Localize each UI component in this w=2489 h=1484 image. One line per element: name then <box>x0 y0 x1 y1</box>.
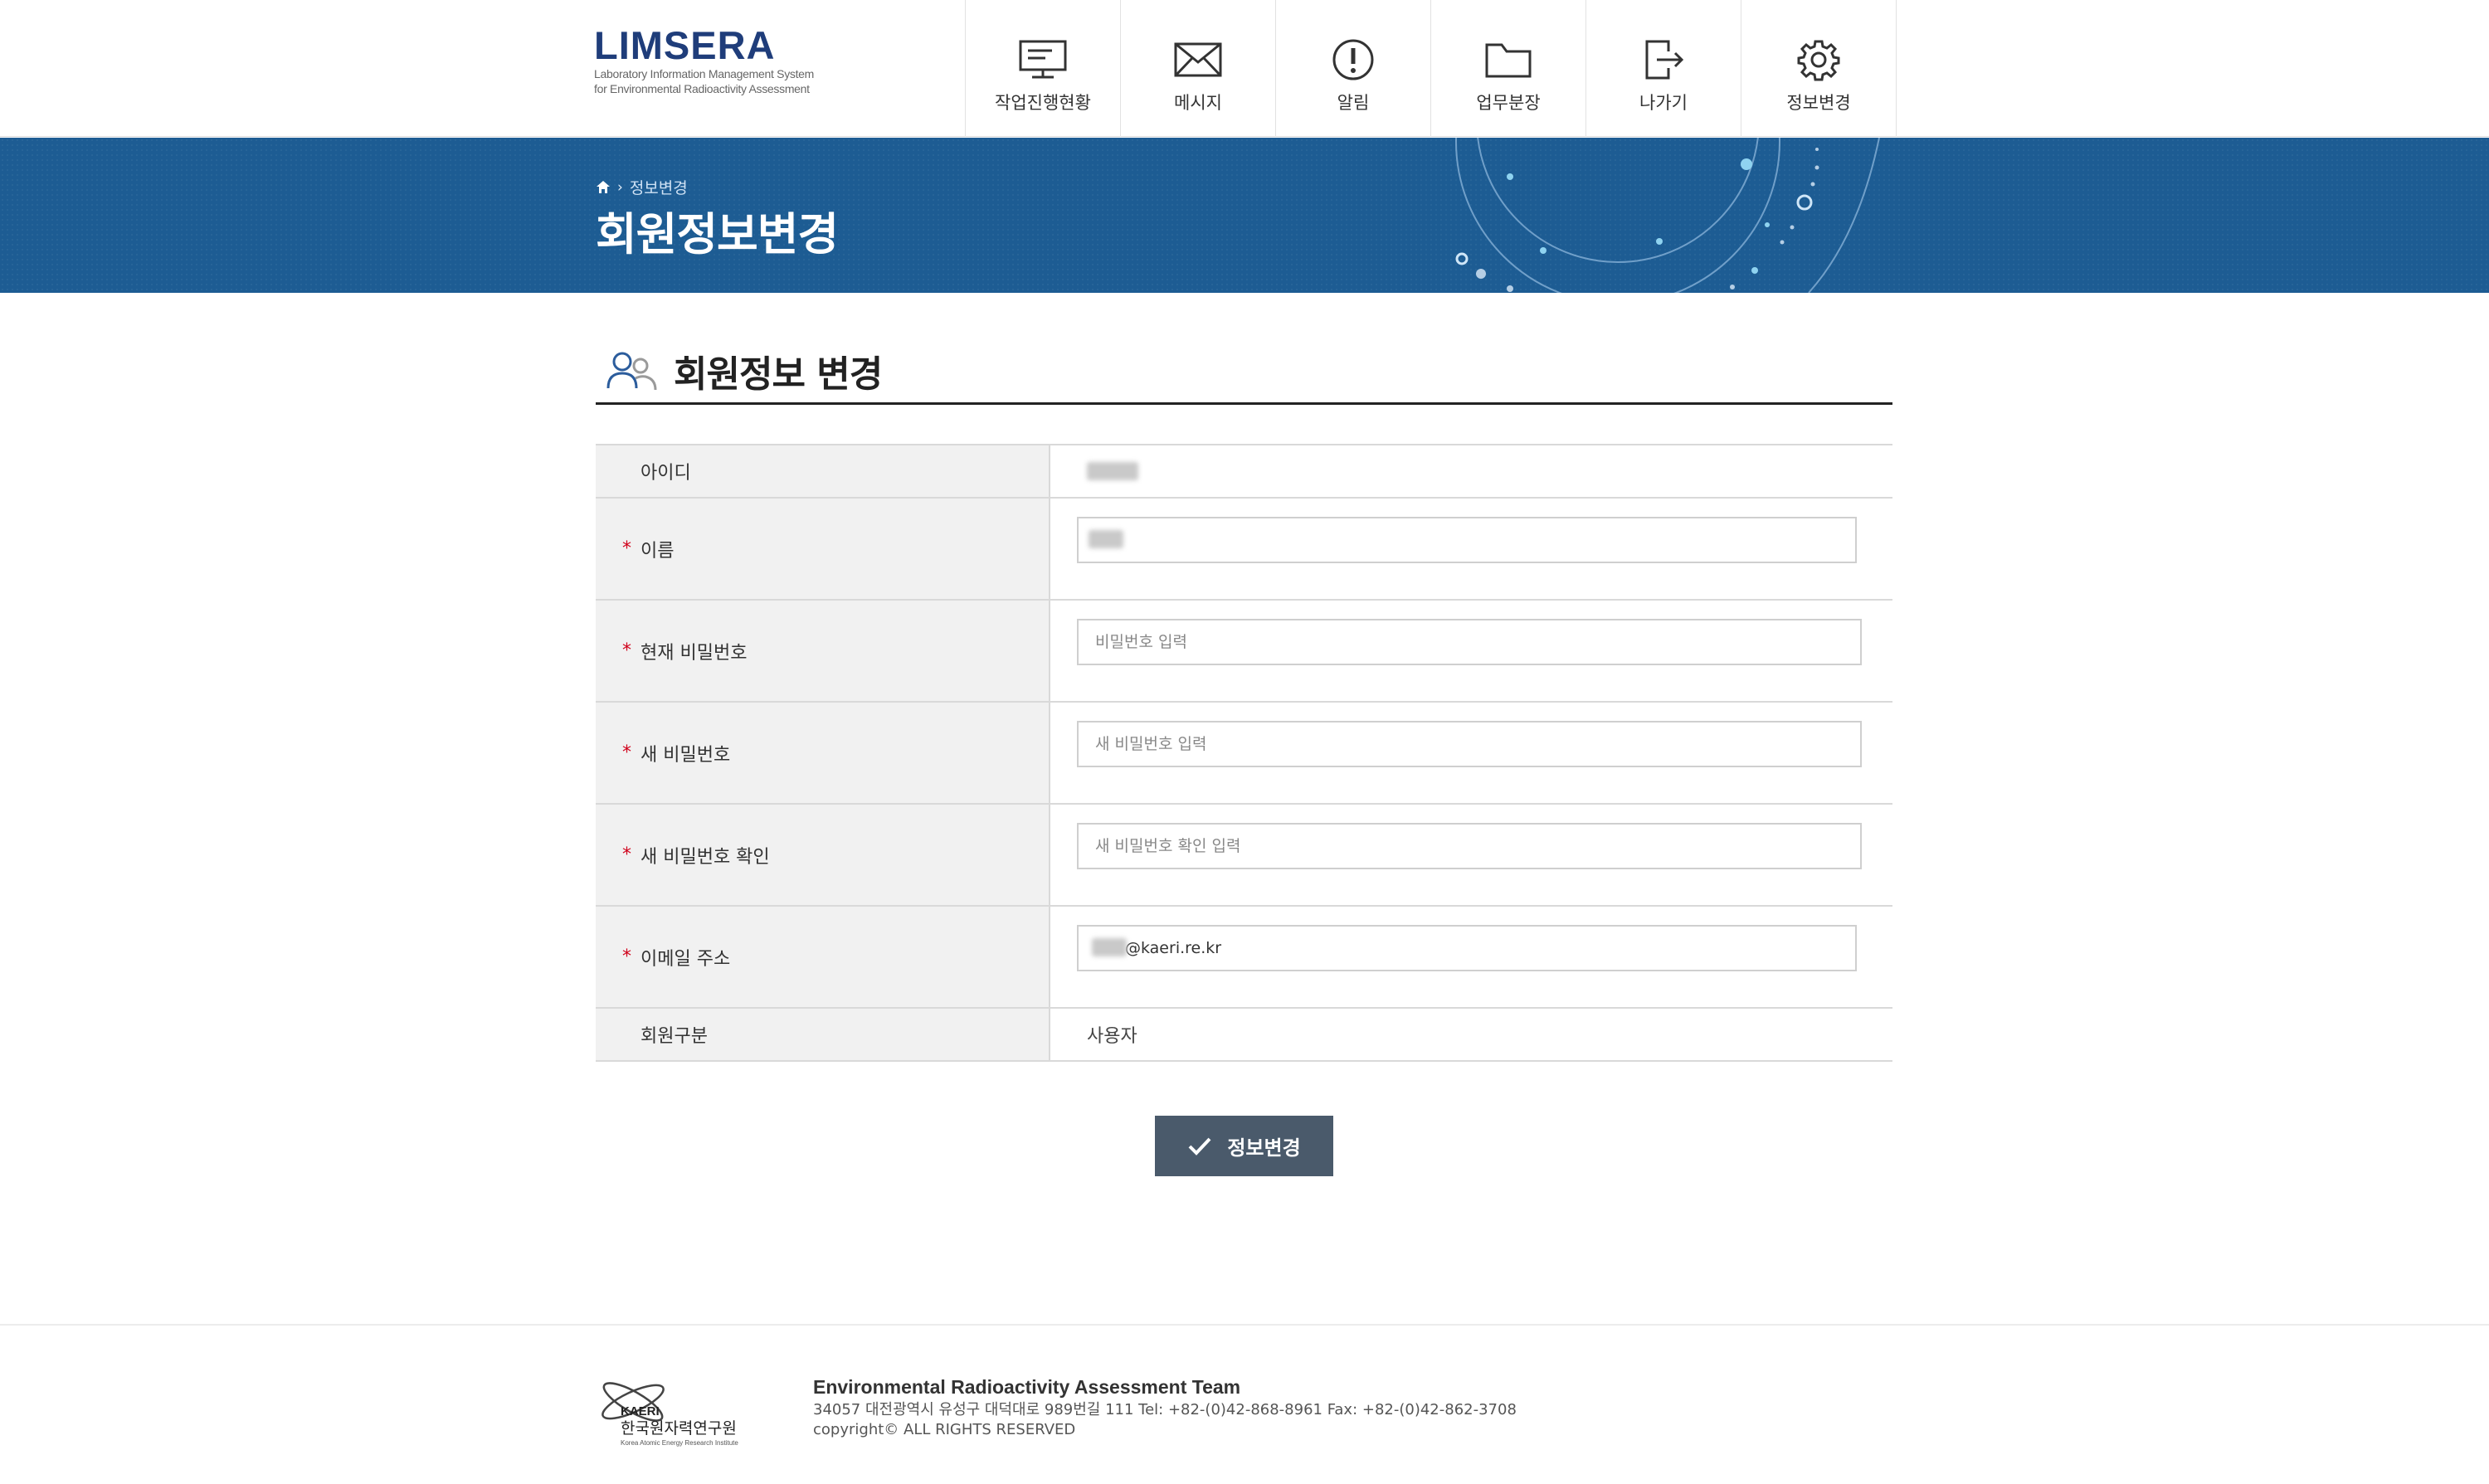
page-banner: › 정보변경 회원정보변경 <box>0 138 2489 293</box>
banner-decoration <box>1455 138 1880 293</box>
envelope-icon <box>1171 36 1225 83</box>
current-password-label-text: 현재 비밀번호 <box>641 642 748 664</box>
nav-item-logout[interactable]: 나가기 <box>1586 0 1741 137</box>
logout-icon <box>1637 36 1690 83</box>
email-label: * 이메일 주소 <box>596 907 1050 1007</box>
nav-label: 나가기 <box>1639 93 1688 113</box>
folder-icon <box>1482 36 1535 83</box>
confirm-password-label: * 새 비밀번호 확인 <box>596 805 1050 905</box>
masked-email-user <box>1092 938 1127 956</box>
form-row-email: * 이메일 주소 <box>596 907 1892 1009</box>
site-logo[interactable]: LIMSERA Laboratory Information Managemen… <box>594 25 860 96</box>
breadcrumb-separator: › <box>617 178 623 196</box>
nav-item-work-status[interactable]: 작업진행현황 <box>966 0 1121 137</box>
gear-icon <box>1792 36 1845 83</box>
name-cell <box>1050 499 1892 599</box>
top-header: LIMSERA Laboratory Information Managemen… <box>0 0 2489 137</box>
member-type-value: 사용자 <box>1050 1009 1892 1060</box>
form-row-id: 아이디 <box>596 445 1892 499</box>
section-header: 회원정보 변경 <box>596 338 1892 405</box>
footer-info: Environmental Radioactivity Assessment T… <box>813 1374 1517 1440</box>
nav-label: 메시지 <box>1174 93 1222 113</box>
member-info-form: 아이디 * 이름 * 현재 비밀번호 * 새 비밀번호 * 새 비밀번호 확인 … <box>596 444 1892 1062</box>
form-row-confirm-password: * 새 비밀번호 확인 <box>596 805 1892 907</box>
confirm-password-label-text: 새 비밀번호 확인 <box>641 846 770 868</box>
logo-subtitle-line1: Laboratory Information Management System <box>594 67 815 80</box>
id-label-text: 아이디 <box>641 463 691 484</box>
nav-item-edit-info[interactable]: 정보변경 <box>1741 0 1897 137</box>
name-label: * 이름 <box>596 499 1050 599</box>
required-mark: * <box>622 946 631 967</box>
nav-label: 정보변경 <box>1786 93 1851 113</box>
current-password-input[interactable] <box>1077 619 1862 665</box>
breadcrumb: › 정보변경 <box>596 176 688 198</box>
current-password-cell <box>1050 601 1892 701</box>
masked-name <box>1089 530 1123 548</box>
page-footer: KAERI 한국원자력연구원 Korea Atomic Energy Resea… <box>0 1324 2489 1484</box>
member-type-text: 사용자 <box>1087 1026 1137 1047</box>
nav-item-alerts[interactable]: 알림 <box>1276 0 1431 137</box>
confirm-password-input[interactable] <box>1077 823 1862 869</box>
logo-subtitle-line2: for Environmental Radioactivity Assessme… <box>594 82 810 95</box>
email-input-wrap <box>1077 925 1857 971</box>
email-input[interactable] <box>1077 925 1857 971</box>
required-mark: * <box>622 844 631 865</box>
footer-copyright: copyright© ALL RIGHTS RESERVED <box>813 1421 1076 1438</box>
check-icon <box>1188 1137 1211 1156</box>
email-cell <box>1050 907 1892 1007</box>
name-label-text: 이름 <box>641 540 675 562</box>
monitor-icon <box>1016 36 1069 83</box>
alert-icon <box>1327 36 1380 83</box>
users-icon <box>606 352 657 390</box>
form-row-current-password: * 현재 비밀번호 <box>596 601 1892 703</box>
form-row-member-type: 회원구분 사용자 <box>596 1009 1892 1062</box>
member-type-label-text: 회원구분 <box>641 1026 708 1047</box>
new-password-label: * 새 비밀번호 <box>596 703 1050 803</box>
id-label: 아이디 <box>596 445 1050 497</box>
update-info-button[interactable]: 정보변경 <box>1155 1116 1333 1176</box>
nav-item-task-assignment[interactable]: 업무분장 <box>1431 0 1586 137</box>
name-input[interactable] <box>1077 517 1857 563</box>
home-icon[interactable] <box>596 180 611 194</box>
required-mark: * <box>622 538 631 559</box>
email-label-text: 이메일 주소 <box>641 948 731 970</box>
required-mark: * <box>622 742 631 763</box>
id-value <box>1050 445 1892 497</box>
new-password-label-text: 새 비밀번호 <box>641 744 731 766</box>
update-info-button-label: 정보변경 <box>1227 1137 1301 1160</box>
form-row-new-password: * 새 비밀번호 <box>596 703 1892 805</box>
page-title: 회원정보변경 <box>596 208 839 260</box>
logo-title: LIMSERA <box>594 23 776 67</box>
masked-id <box>1087 462 1138 480</box>
nav-item-messages[interactable]: 메시지 <box>1121 0 1276 137</box>
member-type-label: 회원구분 <box>596 1009 1050 1060</box>
current-password-label: * 현재 비밀번호 <box>596 601 1050 701</box>
nav-label: 작업진행현황 <box>995 93 1091 113</box>
main-nav: 작업진행현황 메시지 알림 업무분장 나가기 정보변경 <box>965 0 1897 137</box>
footer-address: 34057 대전광역시 유성구 대덕대로 989번길 111 Tel: +82-… <box>813 1401 1517 1418</box>
breadcrumb-current[interactable]: 정보변경 <box>630 176 688 198</box>
logo-kr: 한국원자력연구원 <box>621 1419 737 1438</box>
section-title: 회원정보 변경 <box>674 353 883 396</box>
confirm-password-cell <box>1050 805 1892 905</box>
logo-en: Korea Atomic Energy Research Institute <box>621 1439 738 1447</box>
footer-team: Environmental Radioactivity Assessment T… <box>813 1376 1241 1398</box>
logo-text: KAERI <box>621 1404 660 1418</box>
nav-label: 업무분장 <box>1476 93 1541 113</box>
kaeri-logo: KAERI 한국원자력연구원 Korea Atomic Energy Resea… <box>596 1369 762 1452</box>
name-input-wrap <box>1077 517 1857 563</box>
new-password-input[interactable] <box>1077 721 1862 767</box>
nav-label: 알림 <box>1337 93 1370 113</box>
new-password-cell <box>1050 703 1892 803</box>
required-mark: * <box>622 640 631 661</box>
form-row-name: * 이름 <box>596 499 1892 601</box>
